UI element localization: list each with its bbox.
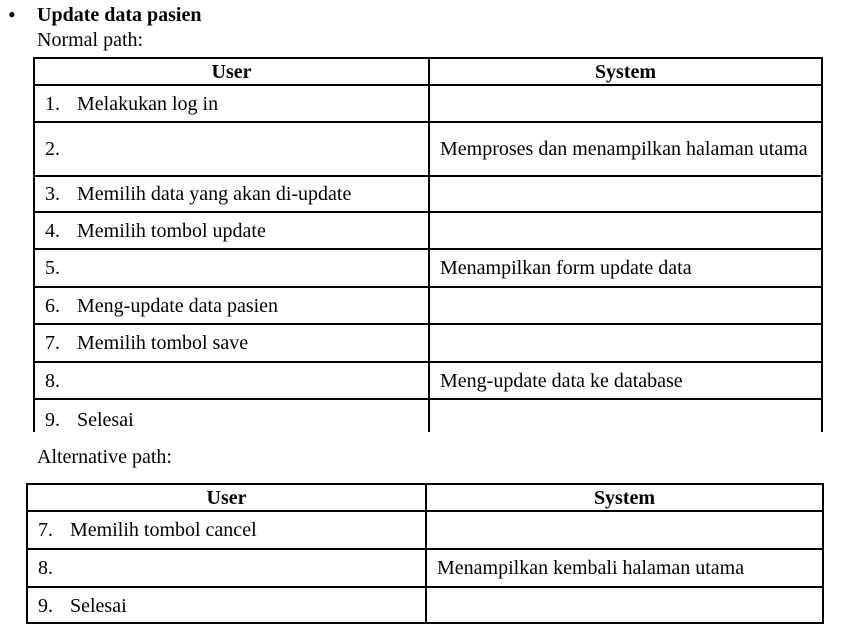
user-cell: 6. Meng-update data pasien xyxy=(35,288,430,323)
table-header-row: User System xyxy=(35,59,821,86)
step-number: 5. xyxy=(45,257,60,279)
table-row: 4. Memilih tombol update xyxy=(35,213,821,250)
header-user: User xyxy=(28,485,427,510)
step-number: 8. xyxy=(45,369,60,392)
user-action: Melakukan log in xyxy=(77,92,219,115)
normal-path-table: User System 1. Melakukan log in 2. Memproses … xyxy=(33,57,823,432)
normal-path-label: Normal path: xyxy=(37,29,144,51)
header-user: User xyxy=(35,59,430,84)
system-cell: Memproses dan menampilkan halaman utama xyxy=(430,123,821,175)
system-cell xyxy=(430,213,821,248)
section-title: Update data pasien xyxy=(37,4,202,26)
system-action: Menampilkan kembali halaman utama xyxy=(437,557,745,579)
user-cell: 9. Selesai xyxy=(28,588,427,624)
user-action: Memilih tombol update xyxy=(77,219,266,242)
user-action: Meng-update data pasien xyxy=(77,294,279,317)
system-cell xyxy=(430,288,821,323)
user-cell: 1. Melakukan log in xyxy=(35,86,430,121)
system-cell xyxy=(430,86,821,121)
system-action: Memproses dan menampilkan halaman utama xyxy=(440,138,808,160)
step-number: 6. xyxy=(45,294,60,317)
system-cell xyxy=(430,325,821,361)
user-cell: 7. Memilih tombol cancel xyxy=(28,512,427,548)
system-cell: Menampilkan kembali halaman utama xyxy=(427,550,822,586)
header-system: System xyxy=(427,485,822,510)
header-system: System xyxy=(430,59,821,84)
user-action: Selesai xyxy=(77,409,134,431)
table-row: 1. Melakukan log in xyxy=(35,86,821,123)
table-row: 6. Meng-update data pasien xyxy=(35,288,821,325)
system-cell xyxy=(430,400,821,432)
table-row: 8. Menampilkan kembali halaman utama xyxy=(28,550,822,588)
user-cell: 9. Selesai xyxy=(35,400,430,432)
step-number: 2. xyxy=(45,138,60,160)
header-system-label: System xyxy=(594,60,657,83)
table-row: 7. Memilih tombol save xyxy=(35,325,821,363)
step-number: 1. xyxy=(45,92,60,115)
table-header-row: User System xyxy=(28,485,822,512)
system-cell: Meng-update data ke database xyxy=(430,363,821,398)
table-row: 9. Selesai xyxy=(28,588,822,624)
user-cell: 5. xyxy=(35,250,430,286)
step-number: 4. xyxy=(45,219,60,242)
table-row: 9. Selesai xyxy=(35,400,821,432)
header-user-label: User xyxy=(211,60,252,83)
step-number: 8. xyxy=(38,557,53,579)
step-number: 9. xyxy=(38,595,53,617)
user-action: Memilih data yang akan di-update xyxy=(77,183,352,205)
user-cell: 3. Memilih data yang akan di-update xyxy=(35,177,430,211)
system-cell xyxy=(427,512,822,548)
header-system-label: System xyxy=(593,486,656,509)
user-action: Selesai xyxy=(70,595,127,617)
system-cell xyxy=(430,177,821,211)
system-cell: Menampilkan form update data xyxy=(430,250,821,286)
system-action: Menampilkan form update data xyxy=(440,257,692,279)
step-number: 9. xyxy=(45,409,60,431)
table-row: 5. Menampilkan form update data xyxy=(35,250,821,288)
step-number: 7. xyxy=(45,332,60,354)
system-action: Meng-update data ke database xyxy=(440,369,683,392)
user-cell: 7. Memilih tombol save xyxy=(35,325,430,361)
user-cell: 8. xyxy=(28,550,427,586)
user-action: Memilih tombol cancel xyxy=(70,519,257,541)
step-number: 7. xyxy=(38,519,53,541)
table-row: 3. Memilih data yang akan di-update xyxy=(35,177,821,213)
user-cell: 4. Memilih tombol update xyxy=(35,213,430,248)
table-row: 8. Meng-update data ke database xyxy=(35,363,821,400)
table-row: 2. Memproses dan menampilkan halaman utam… xyxy=(35,123,821,177)
header-user-label: User xyxy=(206,486,247,509)
user-cell: 8. xyxy=(35,363,430,398)
user-cell: 2. xyxy=(35,123,430,175)
alternative-path-table: User System 7. Memilih tombol cancel 8. Menam… xyxy=(26,483,824,624)
system-cell xyxy=(427,588,822,624)
bullet-icon: • xyxy=(8,2,16,27)
user-action: Memilih tombol save xyxy=(77,332,249,354)
table-row: 7. Memilih tombol cancel xyxy=(28,512,822,550)
step-number: 3. xyxy=(45,183,60,205)
alternative-path-label: Alternative path: xyxy=(37,446,172,468)
